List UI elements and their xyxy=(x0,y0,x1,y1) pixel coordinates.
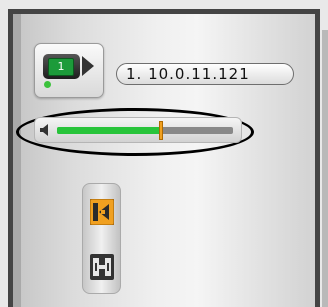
volume-control[interactable] xyxy=(34,117,242,143)
camera-status-indicator xyxy=(44,81,51,88)
volume-slider-track[interactable] xyxy=(57,121,233,140)
panel-edge xyxy=(322,30,328,307)
camera-lens-icon xyxy=(82,56,94,76)
volume-slider-thumb[interactable] xyxy=(159,121,163,140)
talk-active-icon[interactable] xyxy=(90,199,114,225)
speaker-icon[interactable] xyxy=(40,124,52,136)
ip-address-display: 1. 10.0.11.121 xyxy=(116,63,294,85)
camera-channel-label: 1 xyxy=(48,58,74,76)
audio-side-panel xyxy=(82,183,121,294)
camera-button[interactable]: 1 xyxy=(34,43,104,98)
talk-inactive-icon[interactable] xyxy=(90,254,114,280)
camera-icon: 1 xyxy=(43,54,80,79)
volume-slider-fill xyxy=(57,127,161,134)
